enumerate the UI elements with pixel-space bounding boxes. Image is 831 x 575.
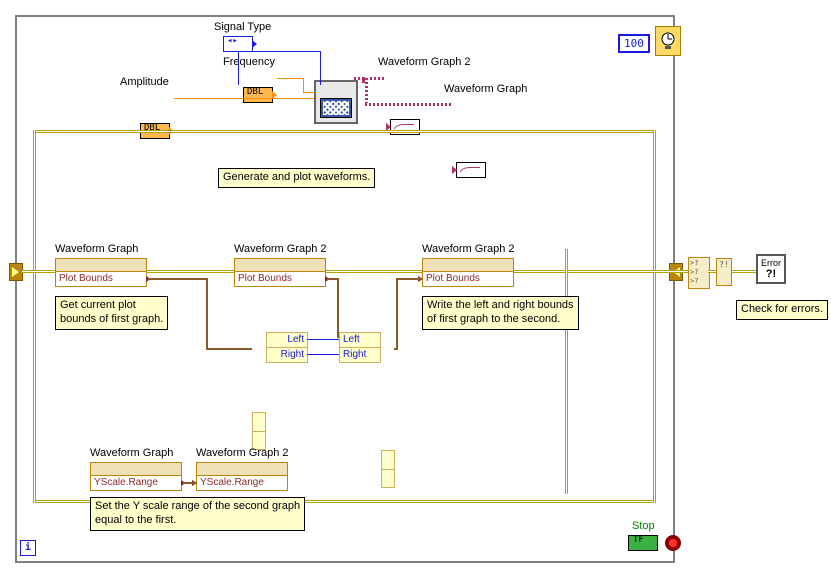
merge-errors-function: >?>?>? [688, 257, 710, 289]
wire [396, 278, 422, 280]
comment-write-bounds: Write the left and right bounds of first… [422, 296, 579, 330]
wire [337, 278, 339, 338]
unbundle1-right: Right [281, 349, 304, 360]
wire [365, 103, 453, 106]
wire [206, 278, 208, 350]
wait-ms-constant[interactable]: 100 [618, 34, 650, 53]
pn-wg2b-label: Waveform Graph 2 [422, 243, 515, 255]
pn-wg1-prop: Plot Bounds [59, 273, 113, 284]
pn-wg2a-label: Waveform Graph 2 [234, 243, 327, 255]
pn-wg1[interactable]: Plot Bounds [55, 258, 147, 287]
unbundle-strip-1 [252, 412, 266, 450]
amplitude-label: Amplitude [120, 76, 169, 88]
bundle2-left: Left [343, 334, 360, 345]
bundle-strip-2 [381, 450, 395, 488]
pn-wg1-label: Waveform Graph [55, 243, 138, 255]
comment-check-errors: Check for errors. [736, 300, 828, 320]
wire [174, 98, 314, 99]
comment-get-bounds: Get current plot bounds of first graph. [55, 296, 168, 330]
pn-wg2a[interactable]: Plot Bounds [234, 258, 326, 287]
pn-yw1-prop: YScale.Range [94, 477, 158, 488]
wire [307, 354, 339, 355]
wire [148, 278, 208, 280]
stop-row: TF [628, 535, 681, 554]
wire [303, 78, 304, 93]
wait-ms-value: 100 [624, 37, 644, 50]
wg-indicator[interactable] [456, 162, 486, 178]
wg2-top-label: Waveform Graph 2 [378, 56, 471, 68]
unbundle-1[interactable]: Left Right [266, 332, 308, 363]
frequency-control[interactable]: DBL [243, 87, 273, 103]
pn-yw2[interactable]: YScale.Range [196, 462, 288, 491]
waveform-generator-subvi[interactable] [314, 80, 358, 124]
stop-label: Stop [632, 520, 655, 532]
seq-border [33, 130, 36, 503]
iteration-terminal: i [20, 540, 36, 556]
error-text: Error [761, 258, 781, 268]
wire [238, 51, 239, 85]
bundle2-right: Right [343, 349, 366, 360]
seq-divider [565, 249, 568, 494]
frequency-label: Frequency [223, 56, 275, 68]
error-indicator[interactable]: Error?! [756, 254, 786, 284]
wire [394, 348, 398, 350]
bundle-2[interactable]: Left Right [339, 332, 381, 363]
wire [206, 348, 252, 350]
error-wire [732, 270, 756, 273]
stop-tf: TF [633, 535, 644, 545]
seq-border [653, 130, 656, 503]
wire [238, 51, 320, 52]
loop-stop-terminal [665, 535, 681, 551]
pn-yw2-label: Waveform Graph 2 [196, 447, 289, 459]
stop-button[interactable]: TF [628, 535, 658, 551]
wire [183, 482, 195, 484]
wire [303, 92, 315, 93]
signal-type-label: Signal Type [214, 21, 271, 33]
error-wire [708, 270, 716, 273]
pn-wg2a-prop: Plot Bounds [238, 273, 292, 284]
pn-yw1[interactable]: YScale.Range [90, 462, 182, 491]
comment-generate: Generate and plot waveforms. [218, 168, 375, 188]
wire [277, 78, 303, 79]
wire [365, 77, 368, 104]
pn-yw2-prop: YScale.Range [200, 477, 264, 488]
comment-yscale: Set the Y scale range of the second grap… [90, 497, 305, 531]
wire [307, 339, 339, 340]
loop-tunnel-left [9, 263, 23, 281]
wire [354, 77, 386, 80]
pn-wg2b-prop: Plot Bounds [426, 273, 480, 284]
pn-yw1-label: Waveform Graph [90, 447, 173, 459]
wait-ms-function-icon [655, 26, 681, 56]
wg-top-label: Waveform Graph [444, 83, 527, 95]
pn-wg2b[interactable]: Plot Bounds [422, 258, 514, 287]
wire [396, 278, 398, 350]
wire [320, 51, 321, 85]
merge-errors-out: ?! [716, 258, 732, 286]
seq-border [33, 130, 655, 133]
error-wire [682, 270, 688, 273]
signal-type-control[interactable]: ◂▸ [223, 36, 253, 52]
unbundle1-left: Left [287, 334, 304, 345]
